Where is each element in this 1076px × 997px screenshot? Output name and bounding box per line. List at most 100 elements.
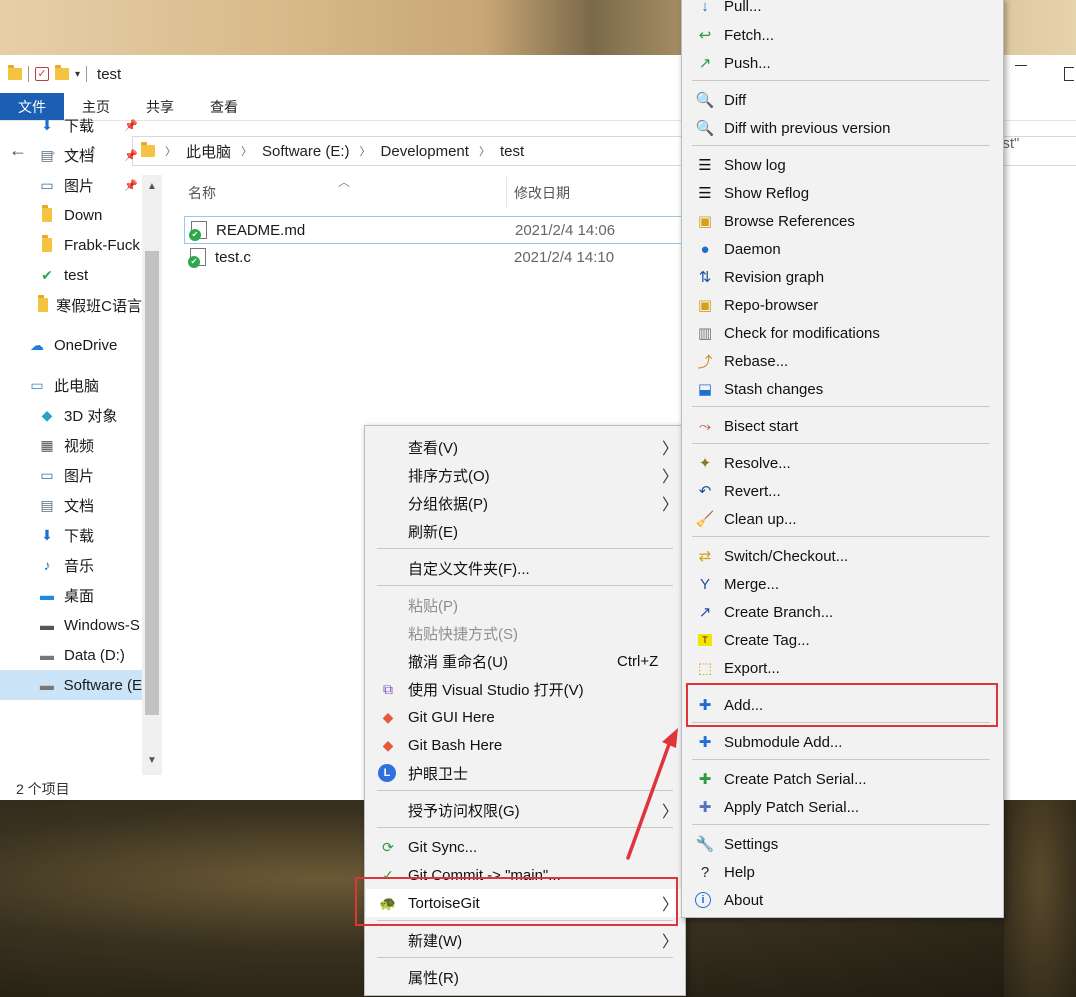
tortoisegit-menu-item[interactable]: ↓ Pull... — [683, 0, 1004, 20]
nav-item[interactable]: ☁ OneDrive — [0, 330, 142, 360]
tortoisegit-menu-item[interactable]: ↗ Create Branch... — [683, 598, 1004, 626]
column-name[interactable]: 名称 — [188, 183, 216, 203]
tortoisegit-menu-item[interactable]: ☰ Show log — [683, 151, 1004, 179]
tortoisegit-menu-item[interactable]: ⇄ Switch/Checkout... — [683, 542, 1004, 570]
tortoisegit-menu-item[interactable]: ? Help — [683, 858, 1004, 886]
revision-graph-icon: ⇅ — [698, 269, 712, 286]
folder-icon — [38, 205, 56, 223]
nav-item[interactable]: ▬ Software (E — [0, 670, 142, 700]
context-menu-item[interactable]: 授予访问权限(G) 〉 — [366, 796, 686, 824]
tortoisegit-menu-item[interactable]: 🔍 Diff with previous version — [683, 114, 1004, 142]
tortoisegit-menu-item[interactable]: Y Merge... — [683, 570, 1004, 598]
windows-drive-icon: ▬ — [40, 617, 54, 633]
breadcrumb-test[interactable]: test — [500, 143, 524, 160]
nav-item[interactable]: ⬇ 下载 — [0, 520, 142, 550]
tortoisegit-menu-item[interactable]: ✚ Create Patch Serial... — [683, 765, 1004, 793]
tortoisegit-menu-item[interactable]: ▥ Check for modifications — [683, 319, 1004, 347]
tortoisegit-menu-item[interactable]: ⬓ Stash changes — [683, 375, 1004, 403]
nav-item[interactable]: ▭ 图片 📌 — [0, 170, 142, 200]
context-menu-item[interactable]: ⟳ Git Sync... — [366, 833, 686, 861]
pin-icon[interactable]: 📌 — [124, 149, 138, 162]
tortoisegit-menu-item[interactable]: ▣ Repo-browser — [683, 291, 1004, 319]
context-menu-item[interactable]: 属性(R) — [366, 963, 686, 991]
context-menu-item[interactable]: ⧉ 使用 Visual Studio 打开(V) — [366, 675, 686, 703]
tortoisegit-menu-item[interactable]: T Create Tag... — [683, 626, 1004, 654]
tortoisegit-menu-item[interactable]: ⬚ Export... — [683, 654, 1004, 682]
pin-icon[interactable]: 📌 — [124, 179, 138, 192]
tortoisegit-menu-item[interactable]: ▣ Browse References — [683, 207, 1004, 235]
nav-item[interactable]: ▤ 文档 📌 — [0, 140, 142, 170]
nav-item[interactable]: Frabk-Fuck — [0, 230, 142, 260]
tortoisegit-menu-item[interactable]: ⇅ Revision graph — [683, 263, 1004, 291]
tortoisegit-menu-item[interactable]: 🔧 Settings — [683, 830, 1004, 858]
nav-item[interactable]: 寒假班C语言 — [0, 290, 142, 320]
tortoisegit-menu-item[interactable]: ↩ Fetch... — [683, 21, 1004, 49]
context-menu-item[interactable]: 自定义文件夹(F)... — [366, 554, 686, 582]
context-menu-item[interactable]: 刷新(E) — [366, 517, 686, 545]
context-menu-item[interactable]: 撤消 重命名(U) Ctrl+Z — [366, 647, 686, 675]
tortoisegit-menu-item[interactable]: ☰ Show Reflog — [683, 179, 1004, 207]
tortoisegit-menu-item[interactable]: ✚ Submodule Add... — [683, 728, 1004, 756]
breadcrumb-software-drive[interactable]: Software (E:) — [262, 143, 350, 160]
maximize-button[interactable] — [1064, 67, 1074, 81]
breadcrumb-development[interactable]: Development — [381, 143, 469, 160]
nav-item[interactable]: ▭ 图片 — [0, 460, 142, 490]
nav-item[interactable]: ♪ 音乐 — [0, 550, 142, 580]
stash-icon: ⬓ — [697, 381, 713, 398]
context-menu-item[interactable]: 查看(V) 〉 — [366, 433, 686, 461]
context-menu-item[interactable]: 排序方式(O) 〉 — [366, 461, 686, 489]
tortoisegit-menu-item[interactable]: ✚ Apply Patch Serial... — [683, 793, 1004, 821]
minimize-button[interactable] — [1015, 65, 1027, 66]
new-folder-icon[interactable] — [55, 65, 69, 80]
context-menu-item[interactable]: ◆ Git GUI Here — [366, 703, 686, 731]
nav-item[interactable]: ▤ 文档 — [0, 490, 142, 520]
context-menu-item[interactable]: 粘贴(P) — [366, 591, 686, 619]
file-row[interactable]: README.md 2021/2/4 14:06 — [184, 216, 682, 244]
column-date-modified[interactable]: 修改日期 — [514, 183, 570, 203]
menu-shortcut: Ctrl+Z — [617, 652, 659, 670]
tortoisegit-menu-item[interactable]: ⤳ Bisect start — [683, 412, 1004, 440]
breadcrumb-separator-icon[interactable]: 〉 — [165, 143, 176, 159]
context-menu-item[interactable]: 新建(W) 〉 — [366, 926, 686, 954]
scroll-down-icon[interactable]: ▼ — [147, 755, 157, 766]
divider[interactable] — [506, 177, 507, 207]
nav-item[interactable]: ▬ Windows-S — [0, 610, 142, 640]
nav-item[interactable]: ▬ Data (D:) — [0, 640, 142, 670]
breadcrumb-separator-icon[interactable]: 〉 — [479, 143, 490, 159]
pin-icon[interactable]: 📌 — [124, 119, 138, 132]
nav-item[interactable]: Down — [0, 200, 142, 230]
tortoisegit-menu-item[interactable]: 🔍 Diff — [683, 86, 1004, 114]
tab-view[interactable]: 查看 — [192, 93, 256, 120]
context-menu-item[interactable]: ◆ Git Bash Here — [366, 731, 686, 759]
context-menu-item[interactable]: 粘贴快捷方式(S) — [366, 619, 686, 647]
nav-item[interactable]: ▭ 此电脑 — [0, 370, 142, 400]
tortoisegit-menu-item[interactable]: 🧹 Clean up... — [683, 505, 1004, 533]
nav-scrollbar[interactable]: ▲ ▼ — [142, 175, 162, 775]
breadcrumb-separator-icon[interactable]: 〉 — [241, 143, 252, 159]
properties-check-icon[interactable]: ✓ — [35, 67, 49, 81]
nav-item[interactable]: ▦ 视频 — [0, 430, 142, 460]
context-menu-item[interactable]: 分组依据(P) 〉 — [366, 489, 686, 517]
quick-access-dropdown-icon[interactable]: ▾ — [75, 69, 80, 80]
nav-item[interactable]: ▬ 桌面 — [0, 580, 142, 610]
menu-separator — [692, 536, 990, 537]
breadcrumb-this-pc[interactable]: 此电脑 — [186, 141, 231, 162]
file-row[interactable]: test.c 2021/2/4 14:10 — [184, 243, 682, 271]
nav-item-label: 视频 — [64, 437, 95, 455]
navigation-pane: ▬ Software (E ▬ Data (D:) ▬ Windows-S ▬ 桌面 ♪ 音乐 ⬇ 下… — [0, 117, 162, 775]
tortoisegit-menu-item[interactable]: ↶ Revert... — [683, 477, 1004, 505]
scroll-up-icon[interactable]: ▲ — [147, 181, 157, 192]
breadcrumb-separator-icon[interactable]: 〉 — [360, 143, 371, 159]
file-name: README.md — [216, 221, 306, 239]
context-menu-item[interactable]: L 护眼卫士 — [366, 759, 686, 787]
tortoisegit-menu-item[interactable]: i About — [683, 886, 1004, 914]
tortoisegit-menu-item[interactable]: ✦ Resolve... — [683, 449, 1004, 477]
nav-item[interactable]: ⬇ 下载 📌 — [0, 110, 142, 140]
nav-item[interactable]: ◆ 3D 对象 — [0, 400, 142, 430]
tortoisegit-menu-item[interactable]: ↗ Push... — [683, 49, 1004, 77]
nav-item[interactable]: ✔ test — [0, 260, 142, 290]
scroll-thumb[interactable] — [145, 251, 159, 715]
tortoisegit-menu-item[interactable]: ⤴ Rebase... — [683, 347, 1004, 375]
tortoisegit-menu-item[interactable]: ● Daemon — [683, 235, 1004, 263]
file-date: 2021/2/4 14:06 — [515, 221, 616, 239]
